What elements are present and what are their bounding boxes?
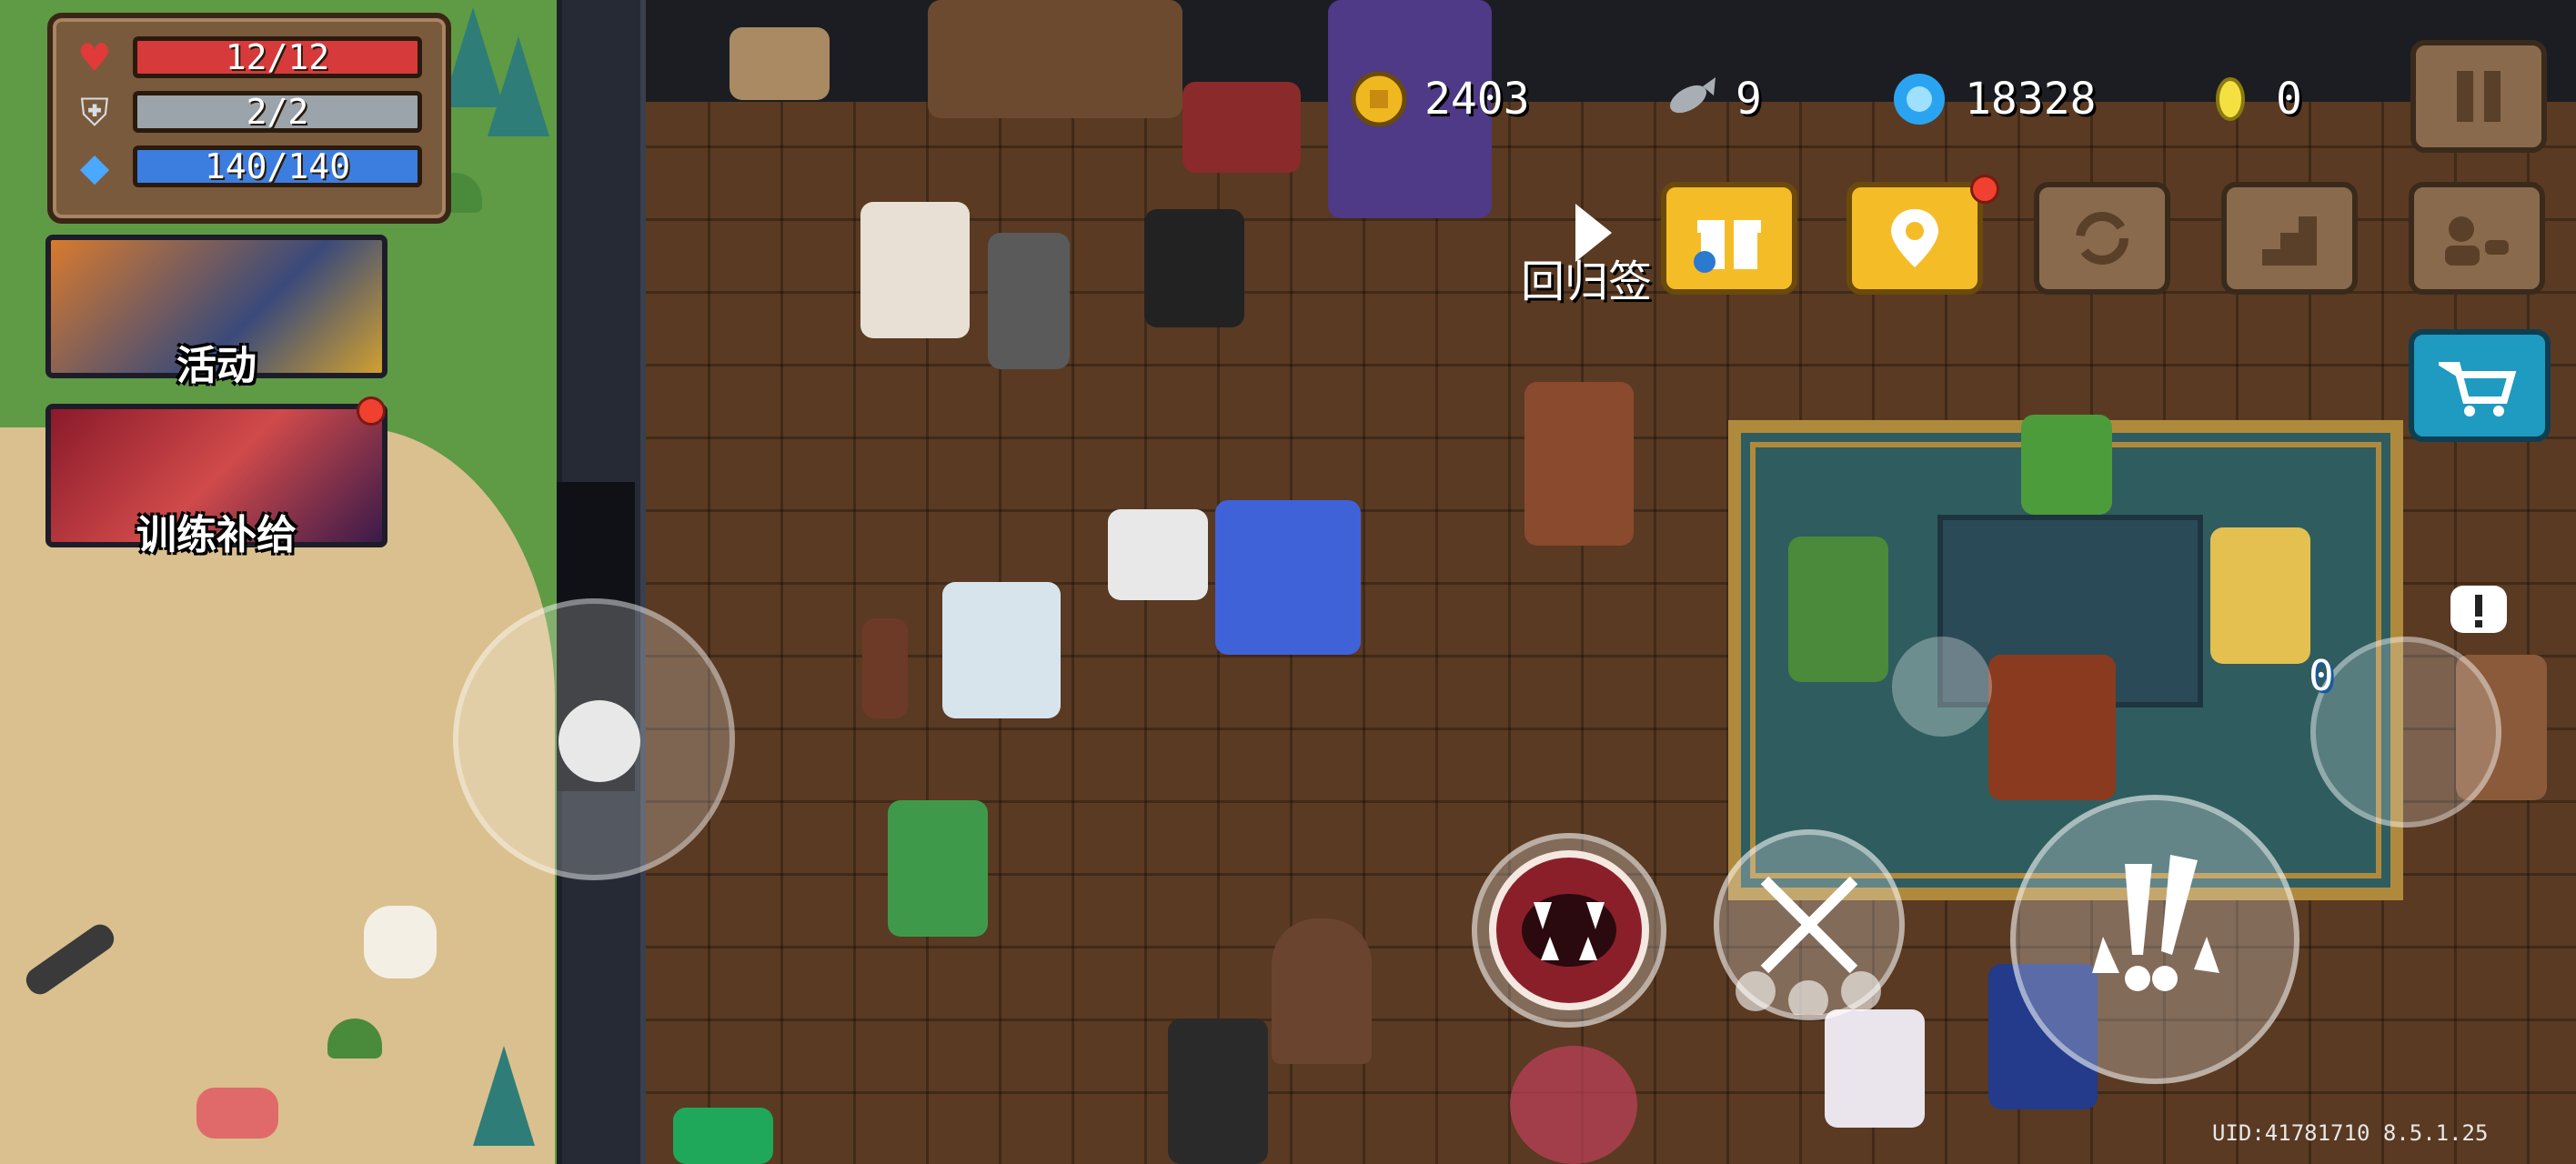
shop-cart-icon bbox=[2439, 362, 2517, 416]
health-bar: 12/12 bbox=[133, 36, 422, 78]
gold-amount: 2403 bbox=[1424, 74, 1530, 125]
event-card-label: 训练补给 bbox=[136, 512, 297, 558]
heart-icon: ♥ bbox=[77, 35, 112, 80]
fish-currency: 9 bbox=[1661, 67, 1762, 131]
goblin-merchant-npc[interactable] bbox=[2021, 415, 2112, 515]
pine-tree bbox=[473, 1046, 535, 1146]
elf-npc[interactable] bbox=[2210, 527, 2310, 664]
joystick-knob[interactable] bbox=[558, 700, 640, 782]
gift-button[interactable] bbox=[1661, 182, 1797, 295]
dragon-knight-npc[interactable] bbox=[1988, 655, 2116, 800]
energy-row: ◆ 140/140 bbox=[75, 146, 429, 189]
gem-currency: 18328 bbox=[1890, 67, 2097, 131]
keyboard-stand-prop bbox=[988, 233, 1070, 369]
emote-button[interactable] bbox=[1892, 637, 1992, 737]
watering-can-prop bbox=[196, 1088, 278, 1139]
fish-icon bbox=[1661, 70, 1719, 128]
vampire-npc[interactable] bbox=[1168, 1018, 1268, 1164]
refresh-button[interactable] bbox=[2034, 182, 2170, 295]
gift-icon bbox=[1694, 220, 1761, 273]
player-werewolf bbox=[1215, 500, 1361, 655]
energy-crystal-icon: ◆ bbox=[79, 145, 110, 189]
eat-weapon-button[interactable] bbox=[1714, 829, 1905, 1020]
gold-currency: 2403 bbox=[1350, 67, 1530, 131]
fangs-icon bbox=[1489, 850, 1649, 1010]
pause-button[interactable] bbox=[2410, 40, 2547, 153]
return-sign-in-label[interactable]: 回归签 bbox=[1521, 246, 1652, 309]
panda-pet[interactable] bbox=[1108, 509, 1208, 600]
gold-coin-icon bbox=[1350, 70, 1408, 128]
gem-amount: 18328 bbox=[1965, 74, 2097, 125]
fish-amount: 9 bbox=[1736, 74, 1762, 125]
pot-prop bbox=[364, 906, 437, 978]
pause-icon bbox=[2457, 71, 2501, 122]
profile-button[interactable] bbox=[2409, 182, 2545, 295]
health-row: ♥ 12/12 bbox=[75, 36, 429, 80]
priest-npc[interactable] bbox=[860, 202, 970, 338]
event-card-label: 活动 bbox=[176, 343, 257, 389]
special-attack-button[interactable] bbox=[2010, 795, 2299, 1084]
exclamation-bubble-icon bbox=[2450, 586, 2507, 633]
event-card-activity[interactable]: 活动 bbox=[45, 235, 387, 389]
robot-npc[interactable] bbox=[1788, 537, 1888, 682]
coffin-prop bbox=[1272, 918, 1372, 1064]
refresh-icon bbox=[2076, 212, 2128, 265]
bookshelf-prop bbox=[928, 0, 1182, 118]
pine-tree bbox=[442, 7, 504, 107]
interact-button[interactable] bbox=[2310, 637, 2501, 828]
wooden-sign-prop bbox=[730, 27, 830, 100]
bite-skill-button[interactable] bbox=[1472, 833, 1666, 1028]
shop-button[interactable] bbox=[2409, 329, 2551, 442]
game-screen: ♥ 12/12 ⛨ 2/2 ◆ 140/140 活动 训练补给 2403 9 1… bbox=[0, 0, 2576, 1164]
token-currency: 0 bbox=[2201, 67, 2302, 131]
ox-costume-npc[interactable] bbox=[942, 582, 1061, 718]
energy-bar: 140/140 bbox=[133, 146, 422, 187]
shield-icon: ⛨ bbox=[80, 90, 109, 135]
potted-plant-prop bbox=[862, 618, 908, 718]
gem-icon bbox=[1890, 70, 1948, 128]
frog-prince-npc[interactable] bbox=[888, 800, 988, 937]
stairs-icon bbox=[2262, 216, 2317, 266]
armor-row: ⛨ 2/2 bbox=[75, 91, 429, 135]
cowboy-npc[interactable] bbox=[1182, 82, 1301, 173]
status-panel: ♥ 12/12 ⛨ 2/2 ◆ 140/140 bbox=[47, 13, 451, 224]
maiden-npc[interactable] bbox=[1144, 209, 1244, 327]
event-card-training-supply[interactable]: 训练补给 bbox=[45, 404, 387, 558]
token-amount: 0 bbox=[2276, 74, 2302, 125]
notification-dot bbox=[1970, 175, 1999, 204]
green-chest-prop bbox=[673, 1108, 773, 1164]
location-pin-icon bbox=[1891, 209, 1938, 267]
exclamation-burst-icon bbox=[2092, 855, 2219, 991]
notification-dot bbox=[357, 396, 386, 426]
token-icon bbox=[2201, 70, 2259, 128]
knife-fork-icon bbox=[1736, 876, 1881, 1015]
armor-bar: 2/2 bbox=[133, 91, 422, 133]
ally-count: 0 bbox=[2309, 651, 2334, 700]
angel-npc[interactable] bbox=[1825, 1009, 1925, 1128]
witch-npc[interactable] bbox=[1510, 1046, 1637, 1164]
stairs-button[interactable] bbox=[2221, 182, 2358, 295]
knight-npc[interactable] bbox=[1524, 382, 1634, 546]
profile-card-icon bbox=[2445, 216, 2509, 266]
uid-version-label: UID:41781710 8.5.1.25 bbox=[2212, 1120, 2489, 1146]
location-button[interactable] bbox=[1846, 182, 1983, 295]
